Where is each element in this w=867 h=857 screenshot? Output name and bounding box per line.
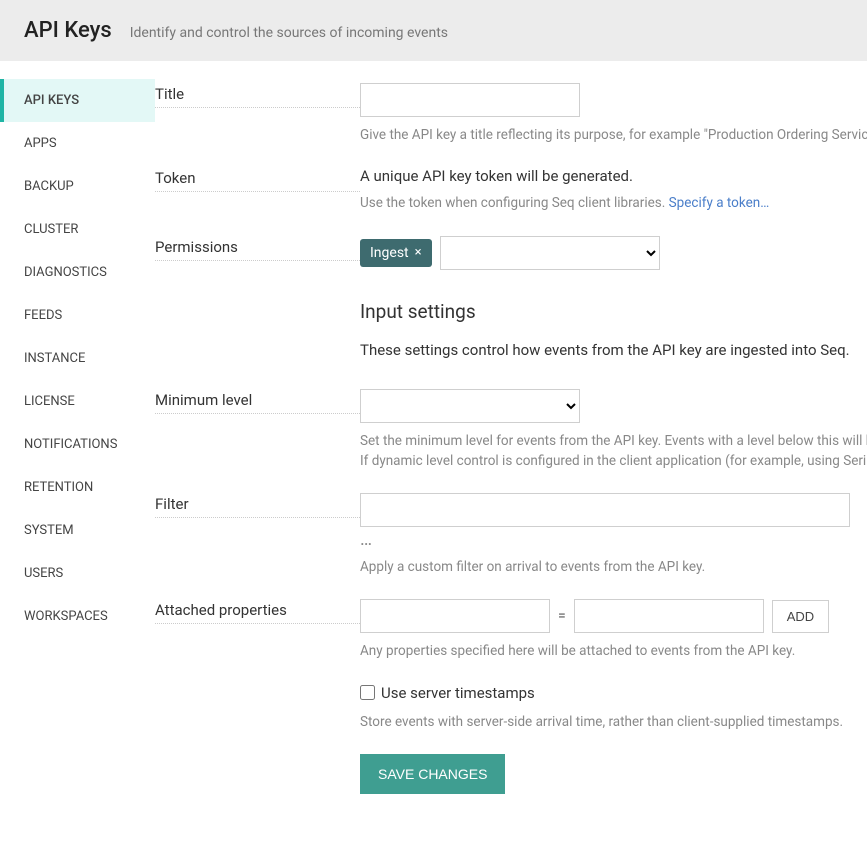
specify-token-link[interactable]: Specify a token… [669,195,770,211]
label-minimum-level: Minimum level [155,391,360,414]
page-title: API Keys [24,18,112,43]
filter-input[interactable] [360,493,850,527]
label-title: Title [155,85,360,108]
close-icon[interactable]: × [415,245,422,260]
minlevel-help1: Set the minimum level for events from th… [360,431,867,451]
property-name-input[interactable] [360,599,550,633]
save-changes-button[interactable]: SAVE CHANGES [360,754,505,794]
filter-ellipsis: … [360,531,867,549]
token-help: Use the token when configuring Seq clien… [360,193,867,213]
sidebar-item-system[interactable]: SYSTEM [0,509,155,552]
filter-help: Apply a custom filter on arrival to even… [360,557,867,577]
label-permissions: Permissions [155,238,360,261]
title-input[interactable] [360,83,580,117]
permissions-select[interactable] [440,236,660,270]
section-heading-input-settings: Input settings [360,300,867,323]
sidebar-item-notifications[interactable]: NOTIFICATIONS [0,423,155,466]
minlevel-help2: If dynamic level control is configured i… [360,451,867,471]
timestamps-help: Store events with server-side arrival ti… [360,712,867,732]
sidebar-item-license[interactable]: LICENSE [0,380,155,423]
section-subtext: These settings control how events from t… [360,341,867,359]
props-help: Any properties specified here will be at… [360,641,867,661]
add-button[interactable]: ADD [772,600,829,633]
sidebar-item-backup[interactable]: BACKUP [0,165,155,208]
sidebar: API KEYS APPS BACKUP CLUSTER DIAGNOSTICS… [0,61,155,838]
sidebar-item-apps[interactable]: APPS [0,122,155,165]
sidebar-item-api-keys[interactable]: API KEYS [0,79,155,122]
minimum-level-select[interactable] [360,389,580,423]
sidebar-item-workspaces[interactable]: WORKSPACES [0,595,155,638]
sidebar-item-feeds[interactable]: FEEDS [0,294,155,337]
page-header: API Keys Identify and control the source… [0,0,867,61]
equals-separator: = [558,608,566,624]
permission-chip-ingest: Ingest × [360,239,432,267]
property-value-input[interactable] [574,599,764,633]
token-text: A unique API key token will be generated… [360,167,867,185]
sidebar-item-diagnostics[interactable]: DIAGNOSTICS [0,251,155,294]
label-filter: Filter [155,495,360,518]
sidebar-item-cluster[interactable]: CLUSTER [0,208,155,251]
main-form: Title Give the API key a title reflectin… [155,61,867,838]
server-timestamps-checkbox[interactable] [360,685,375,700]
page-subtitle: Identify and control the sources of inco… [130,25,448,41]
label-attached-properties: Attached properties [155,601,360,624]
title-help: Give the API key a title reflecting its … [360,125,867,145]
sidebar-item-retention[interactable]: RETENTION [0,466,155,509]
server-timestamps-label[interactable]: Use server timestamps [360,684,535,702]
label-token: Token [155,169,360,192]
sidebar-item-instance[interactable]: INSTANCE [0,337,155,380]
sidebar-item-users[interactable]: USERS [0,552,155,595]
